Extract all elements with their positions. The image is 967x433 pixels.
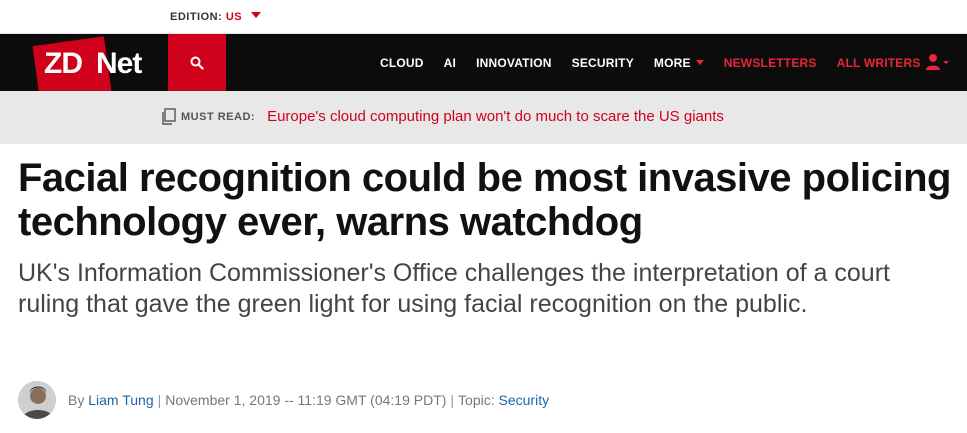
nav-more-label: MORE [653,55,691,70]
byline-separator: | [157,392,162,408]
search-button[interactable] [168,34,226,91]
byline-by: By [68,392,85,408]
avatar-image [18,381,56,419]
byline: By Liam Tung | November 1, 2019 -- 11:19… [18,378,549,422]
nav-links: CLOUD AI INNOVATION SECURITY MORE NEWSLE… [380,34,941,91]
chevron-down-icon [695,59,704,65]
zdnet-logo[interactable]: ZD Net [32,36,154,102]
user-account-button[interactable] [925,53,949,76]
search-icon [190,56,204,70]
logo-net: Net [96,47,142,80]
edition-value: US [225,11,243,23]
article-headline: Facial recognition could be most invasiv… [18,156,951,244]
nav-newsletters[interactable]: NEWSLETTERS [724,56,817,70]
nav-all-writers[interactable]: ALL WRITERS [837,56,921,70]
nav-ai[interactable]: AI [444,56,456,70]
topic-link[interactable]: Security [499,392,550,408]
author-avatar[interactable] [18,381,56,419]
chevron-down-icon [250,12,261,18]
publish-date: November 1, 2019 -- 11:19 GMT (04:19 PDT… [165,392,447,408]
edition-label: EDITION: [170,11,223,23]
topic-label: Topic: [458,392,495,408]
nav-more[interactable]: MORE [654,56,704,70]
must-read-label: MUST READ: [181,110,256,123]
logo-zd: ZD [44,47,83,80]
byline-separator: | [450,392,455,408]
user-icon [926,54,949,70]
article-subhead: UK's Information Commissioner's Office c… [18,259,890,318]
document-icon [162,108,176,125]
nav-cloud[interactable]: CLOUD [380,56,424,70]
must-read-link[interactable]: Europe's cloud computing plan won't do m… [267,108,724,125]
author-link[interactable]: Liam Tung [88,392,153,408]
nav-security[interactable]: SECURITY [572,56,634,70]
edition-selector[interactable]: EDITION: US [170,11,261,23]
edition-bar: EDITION: US [0,0,967,34]
nav-innovation[interactable]: INNOVATION [476,56,552,70]
main-nav: ZD Net CLOUD AI INNOVATION SECURITY MORE… [0,34,967,102]
must-read-bar: MUST READ: Europe's cloud computing plan… [0,91,967,144]
